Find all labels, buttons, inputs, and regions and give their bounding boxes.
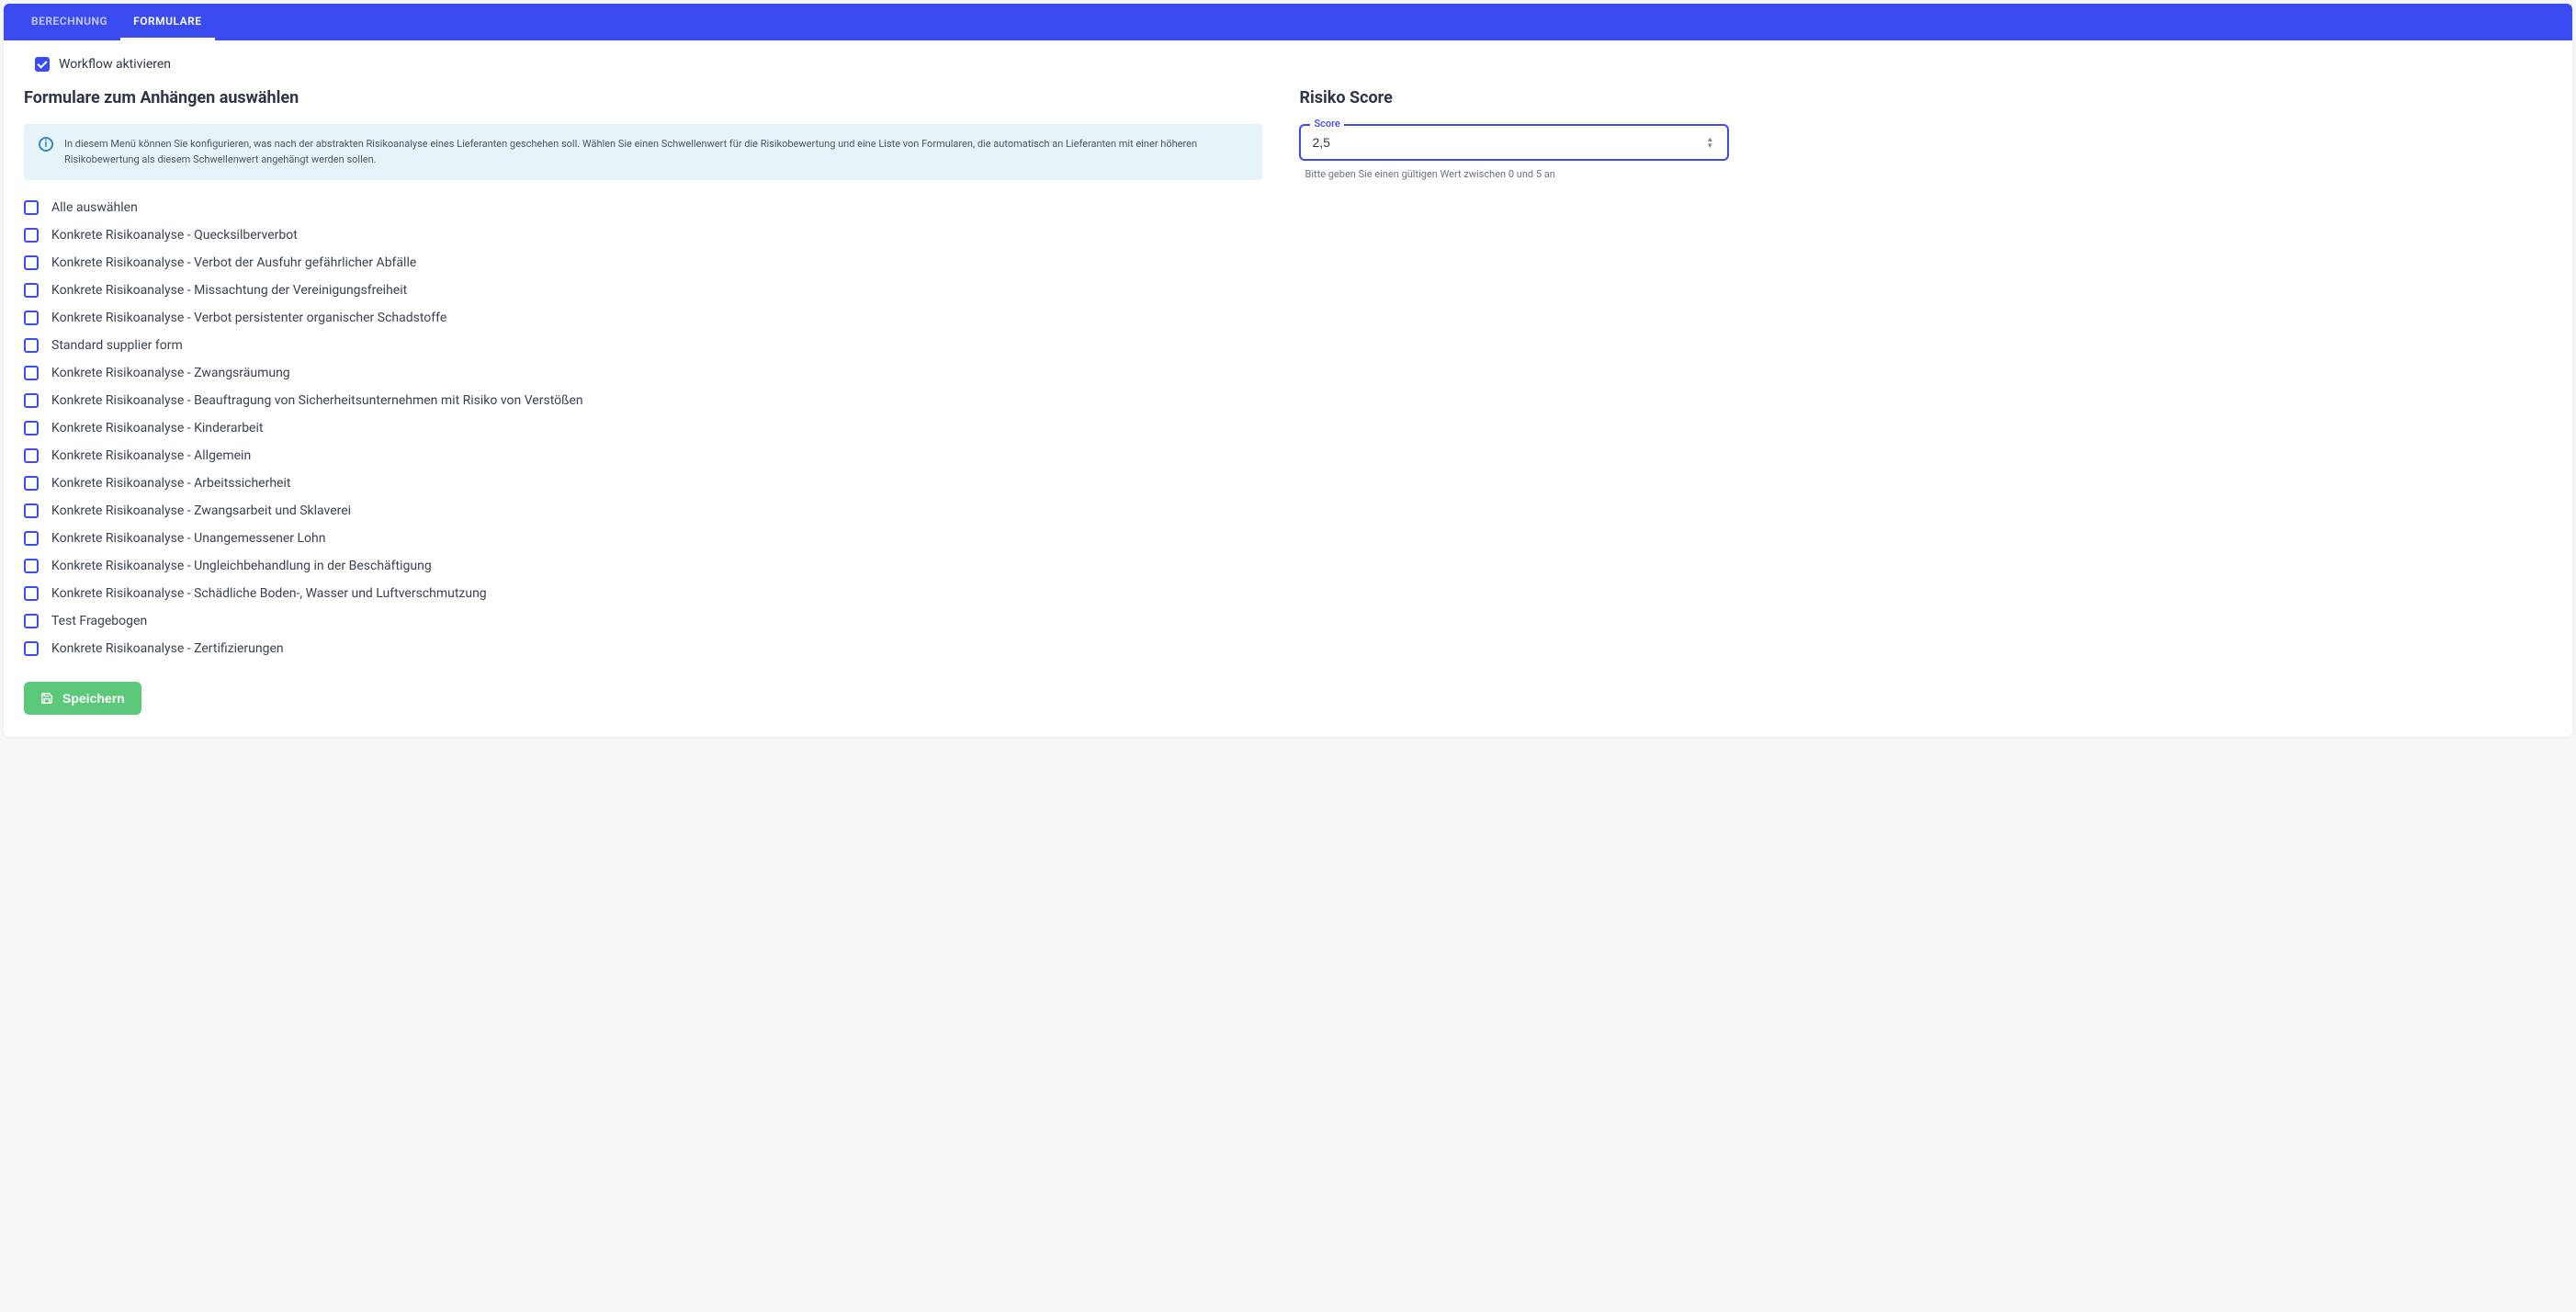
- workflow-label: Workflow aktivieren: [59, 57, 171, 72]
- content-area: Workflow aktivieren Formulare zum Anhäng…: [4, 40, 2572, 737]
- form-label: Konkrete Risikoanalyse - Zwangsräumung: [51, 366, 290, 380]
- form-checkbox[interactable]: [24, 476, 39, 491]
- form-label: Standard supplier form: [51, 338, 183, 353]
- info-banner: i In diesem Menü können Sie konfiguriere…: [24, 124, 1262, 180]
- form-row[interactable]: Konkrete Risikoanalyse - Verbot persiste…: [24, 311, 1262, 325]
- form-checkbox[interactable]: [24, 421, 39, 435]
- score-help-text: Bitte geben Sie einen gültigen Wert zwis…: [1299, 168, 1729, 180]
- save-button-label: Speichern: [62, 691, 125, 706]
- tab-bar: BERECHNUNG FORMULARE: [4, 4, 2572, 40]
- form-label: Konkrete Risikoanalyse - Arbeitssicherhe…: [51, 476, 290, 491]
- form-label: Konkrete Risikoanalyse - Allgemein: [51, 448, 251, 463]
- form-checkbox[interactable]: [24, 448, 39, 463]
- form-row[interactable]: Konkrete Risikoanalyse - Kinderarbeit: [24, 421, 1262, 435]
- form-label: Konkrete Risikoanalyse - Beauftragung vo…: [51, 393, 583, 408]
- score-title: Risiko Score: [1299, 88, 1729, 107]
- form-label: Konkrete Risikoanalyse - Zwangsarbeit un…: [51, 503, 351, 518]
- info-icon: i: [39, 137, 53, 152]
- form-checkbox[interactable]: [24, 228, 39, 243]
- form-checkbox[interactable]: [24, 338, 39, 353]
- form-label: Konkrete Risikoanalyse - Schädliche Bode…: [51, 586, 487, 601]
- score-legend: Score: [1310, 118, 1343, 130]
- form-row[interactable]: Konkrete Risikoanalyse - Unangemessener …: [24, 531, 1262, 546]
- form-checkbox[interactable]: [24, 255, 39, 270]
- form-checkbox[interactable]: [24, 531, 39, 546]
- form-label: Test Fragebogen: [51, 614, 147, 628]
- select-all-checkbox[interactable]: [24, 200, 39, 215]
- form-checkbox[interactable]: [24, 641, 39, 656]
- form-row[interactable]: Konkrete Risikoanalyse - Allgemein: [24, 448, 1262, 463]
- form-label: Konkrete Risikoanalyse - Ungleichbehandl…: [51, 559, 432, 573]
- save-icon: [40, 692, 53, 705]
- score-field[interactable]: Score ▲ ▼: [1299, 124, 1729, 161]
- form-row[interactable]: Konkrete Risikoanalyse - Zwangsräumung: [24, 366, 1262, 380]
- form-row[interactable]: Test Fragebogen: [24, 614, 1262, 628]
- tab-formulare[interactable]: FORMULARE: [120, 4, 214, 40]
- form-row[interactable]: Konkrete Risikoanalyse - Beauftragung vo…: [24, 393, 1262, 408]
- form-checkbox[interactable]: [24, 559, 39, 573]
- form-label: Konkrete Risikoanalyse - Verbot der Ausf…: [51, 255, 416, 270]
- form-label: Konkrete Risikoanalyse - Verbot persiste…: [51, 311, 446, 325]
- columns: Formulare zum Anhängen auswählen i In di…: [24, 88, 2552, 715]
- form-row[interactable]: Standard supplier form: [24, 338, 1262, 353]
- info-text: In diesem Menü können Sie konfigurieren,…: [64, 137, 1248, 167]
- score-input[interactable]: [1312, 135, 1703, 150]
- form-checkbox[interactable]: [24, 366, 39, 380]
- form-label: Konkrete Risikoanalyse - Zertifizierunge…: [51, 641, 284, 656]
- form-label: Konkrete Risikoanalyse - Kinderarbeit: [51, 421, 263, 435]
- form-row[interactable]: Konkrete Risikoanalyse - Quecksilberverb…: [24, 228, 1262, 243]
- forms-title: Formulare zum Anhängen auswählen: [24, 88, 1262, 107]
- form-checkbox[interactable]: [24, 283, 39, 298]
- form-row[interactable]: Konkrete Risikoanalyse - Arbeitssicherhe…: [24, 476, 1262, 491]
- page-card: BERECHNUNG FORMULARE Workflow aktivieren…: [4, 4, 2572, 737]
- form-row[interactable]: Konkrete Risikoanalyse - Zertifizierunge…: [24, 641, 1262, 656]
- form-row[interactable]: Konkrete Risikoanalyse - Schädliche Bode…: [24, 586, 1262, 601]
- forms-column: Formulare zum Anhängen auswählen i In di…: [24, 88, 1262, 715]
- save-row: Speichern: [24, 682, 1262, 715]
- form-checkbox[interactable]: [24, 311, 39, 325]
- select-all-label: Alle auswählen: [51, 200, 138, 215]
- form-row[interactable]: Konkrete Risikoanalyse - Zwangsarbeit un…: [24, 503, 1262, 518]
- tab-berechnung[interactable]: BERECHNUNG: [18, 4, 120, 40]
- form-checkbox[interactable]: [24, 503, 39, 518]
- form-checkbox[interactable]: [24, 614, 39, 628]
- form-checkbox[interactable]: [24, 393, 39, 408]
- form-row[interactable]: Konkrete Risikoanalyse - Missachtung der…: [24, 283, 1262, 298]
- chevron-down-icon[interactable]: ▼: [1706, 142, 1713, 149]
- select-all-row[interactable]: Alle auswählen: [24, 200, 1262, 215]
- form-label: Konkrete Risikoanalyse - Quecksilberverb…: [51, 228, 298, 243]
- form-label: Konkrete Risikoanalyse - Unangemessener …: [51, 531, 325, 546]
- form-row[interactable]: Konkrete Risikoanalyse - Ungleichbehandl…: [24, 559, 1262, 573]
- score-stepper[interactable]: ▲ ▼: [1703, 136, 1716, 149]
- save-button[interactable]: Speichern: [24, 682, 141, 715]
- score-column: Risiko Score Score ▲ ▼ Bitte geben Sie e…: [1299, 88, 1729, 180]
- form-list: Alle auswählen Konkrete Risikoanalyse - …: [24, 200, 1262, 656]
- form-row[interactable]: Konkrete Risikoanalyse - Verbot der Ausf…: [24, 255, 1262, 270]
- form-checkbox[interactable]: [24, 586, 39, 601]
- form-label: Konkrete Risikoanalyse - Missachtung der…: [51, 283, 407, 298]
- workflow-checkbox[interactable]: [35, 57, 50, 72]
- workflow-toggle-row: Workflow aktivieren: [35, 57, 2552, 72]
